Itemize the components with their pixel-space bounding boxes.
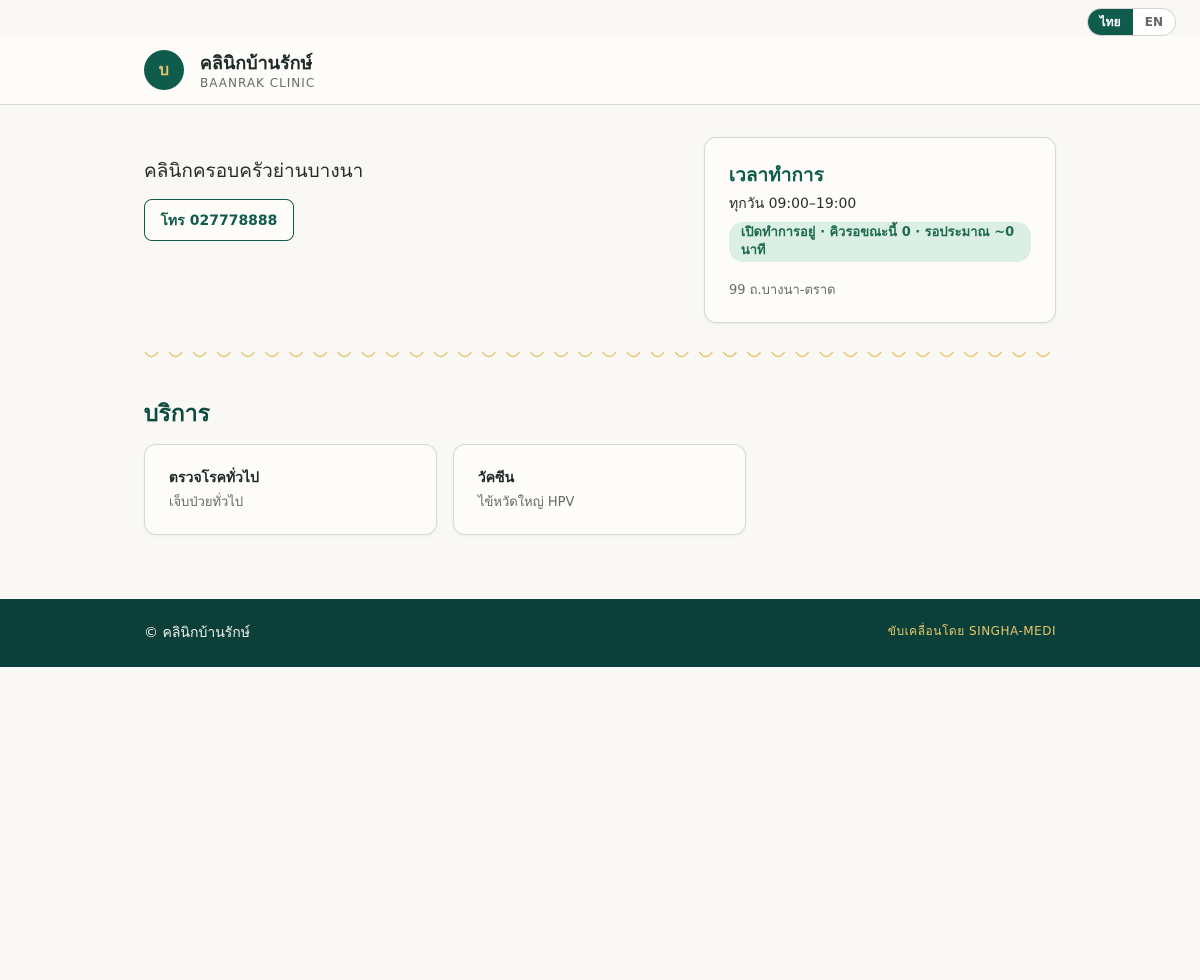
wave-arc	[192, 351, 207, 358]
service-card-general[interactable]: ตรวจโรคทั่วไป เจ็บป่วยทั่วไป	[144, 444, 437, 535]
footer-powered-by: ขับเคลื่อนโดย SINGHA-MEDI	[887, 624, 1056, 638]
wave-arc	[915, 351, 930, 358]
wave-arc	[530, 351, 545, 358]
top-bar: ไทย EN	[0, 0, 1200, 36]
wave-arc	[337, 351, 352, 358]
call-button[interactable]: โทร 027778888	[144, 199, 294, 241]
wave-arc	[939, 351, 954, 358]
wave-arc	[771, 351, 786, 358]
wave-arc	[216, 351, 231, 358]
wave-arc	[457, 351, 472, 358]
wave-arc	[554, 351, 569, 358]
wave-arc	[987, 351, 1003, 358]
hours-title: เวลาทำการ	[729, 164, 825, 186]
clinic-address: 99 ถ.บางนา-ตราด	[729, 283, 836, 298]
clinic-subtitle: BAANRAK CLINIC	[200, 76, 316, 90]
wave-arc	[433, 351, 448, 358]
service-card-vaccine[interactable]: วัคซีน ไข้หวัดใหญ่ HPV	[453, 444, 746, 535]
wave-arc	[722, 351, 737, 358]
wave-arc	[361, 351, 376, 358]
wave-arc	[481, 351, 496, 358]
wave-arc	[674, 351, 689, 358]
wave-arc	[602, 351, 617, 358]
wave-arc	[746, 351, 762, 358]
hours-schedule: ทุกวัน 09:00–19:00	[729, 196, 857, 212]
wave-divider	[144, 351, 1051, 358]
wave-arc	[168, 351, 183, 358]
wave-arc	[795, 351, 810, 358]
wave-arc	[963, 351, 978, 358]
footer-copyright: © คลินิกบ้านรักษ์	[144, 625, 250, 641]
status-badge: เปิดทำการอยู่ · คิวรอขณะนี้ 0 · รอประมาณ…	[729, 222, 1031, 262]
wave-arc	[891, 351, 906, 358]
clinic-name: คลินิกบ้านรักษ์	[200, 53, 313, 74]
wave-arc	[289, 351, 304, 358]
wave-arc	[819, 351, 834, 358]
wave-arc	[626, 351, 641, 358]
wave-arc	[843, 351, 858, 358]
site-footer: © คลินิกบ้านรักษ์ ขับเคลื่อนโดย SINGHA-M…	[0, 599, 1200, 667]
wave-arc	[698, 351, 713, 358]
services-title: บริการ	[144, 401, 211, 427]
clinic-logo[interactable]: บ	[144, 50, 184, 90]
wave-arc	[385, 351, 400, 358]
service-description: ไข้หวัดใหญ่ HPV	[478, 495, 575, 510]
language-toggle[interactable]: ไทย EN	[1086, 8, 1176, 36]
service-name: ตรวจโรคทั่วไป	[169, 470, 260, 486]
lang-en-button[interactable]: EN	[1133, 9, 1175, 35]
wave-arc	[1012, 351, 1027, 358]
wave-arc	[650, 351, 665, 358]
service-description: เจ็บป่วยทั่วไป	[169, 495, 244, 510]
wave-arc	[1036, 351, 1051, 358]
wave-arc	[867, 351, 882, 358]
wave-arc	[144, 351, 159, 358]
wave-arc	[264, 351, 280, 358]
wave-arc	[505, 351, 521, 358]
opening-hours-card: เวลาทำการ ทุกวัน 09:00–19:00 เปิดทำการอย…	[704, 137, 1056, 323]
service-name: วัคซีน	[478, 470, 515, 486]
wave-arc	[409, 351, 424, 358]
wave-arc	[240, 351, 255, 358]
wave-arc	[313, 351, 328, 358]
wave-arc	[578, 351, 593, 358]
site-header: บ คลินิกบ้านรักษ์ BAANRAK CLINIC	[0, 36, 1200, 105]
hero-tagline: คลินิกครอบครัวย่านบางนา	[144, 160, 364, 182]
lang-thai-button[interactable]: ไทย	[1087, 9, 1133, 35]
